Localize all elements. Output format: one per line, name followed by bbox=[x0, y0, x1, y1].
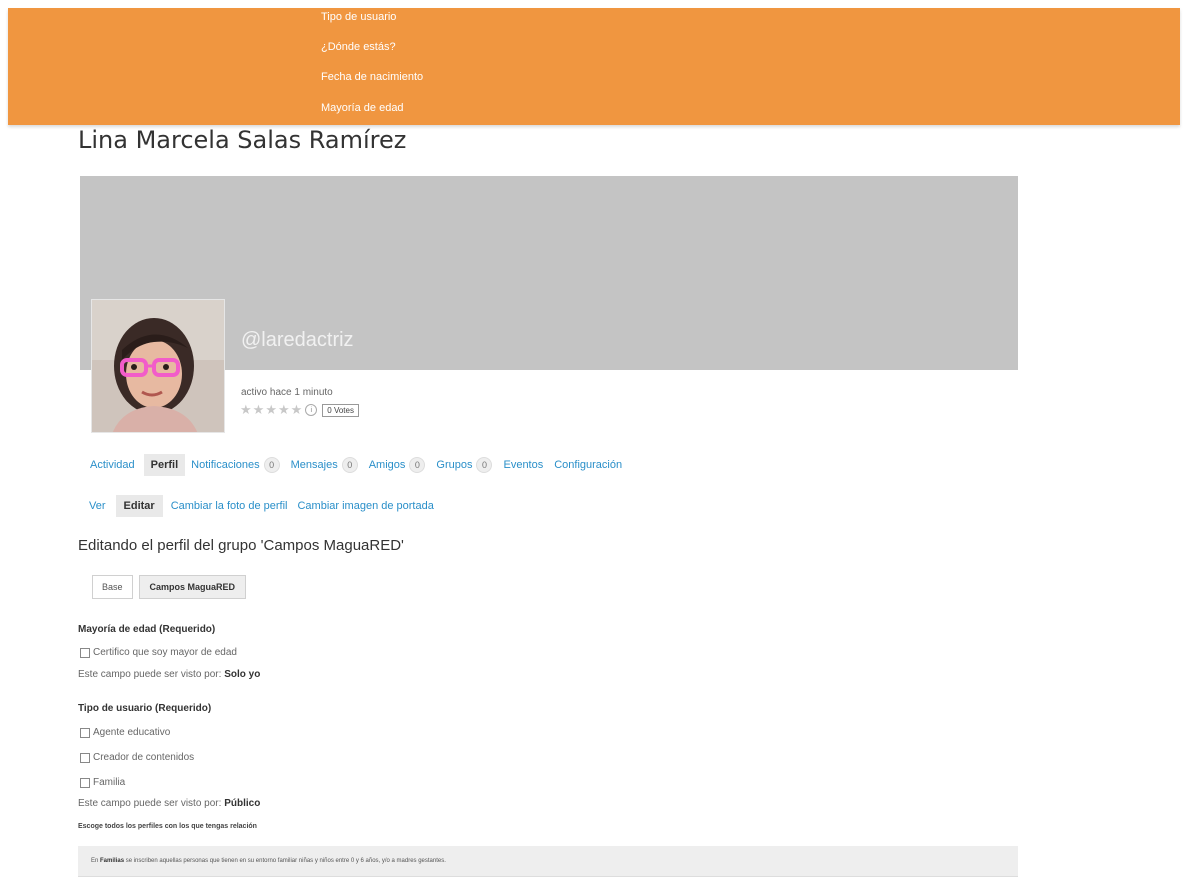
star-icon[interactable]: ★ bbox=[265, 403, 277, 417]
nav-configuracion[interactable]: Configuración bbox=[554, 454, 622, 476]
nav-actividad[interactable]: Actividad bbox=[90, 454, 135, 476]
last-active-status: activo hace 1 minuto bbox=[241, 387, 333, 398]
visibility-mayoria: Este campo puede ser visto por: Solo yo bbox=[78, 669, 261, 680]
checkbox-label: Certifico que soy mayor de edad bbox=[93, 647, 237, 658]
checkbox-label: Agente educativo bbox=[93, 727, 171, 738]
profile-nav: Actividad Perfil Notificaciones 0 Mensaje… bbox=[90, 452, 633, 478]
tab-base[interactable]: Base bbox=[92, 575, 133, 599]
star-icon[interactable]: ★ bbox=[291, 403, 303, 417]
subnav-ver[interactable]: Ver bbox=[89, 495, 106, 517]
avatar[interactable] bbox=[91, 299, 225, 433]
field-label-tipo: Tipo de usuario (Requerido) bbox=[78, 703, 212, 714]
star-icon[interactable]: ★ bbox=[278, 403, 290, 417]
profile-subnav: Ver Editar Cambiar la foto de perfil Cam… bbox=[89, 495, 444, 517]
menu-item-donde-estas[interactable]: ¿Dónde estás? bbox=[321, 41, 396, 53]
info-text: En Familias se inscriben aquellas person… bbox=[91, 858, 446, 864]
menu-item-mayoria-edad[interactable]: Mayoría de edad bbox=[321, 102, 404, 114]
votes-count: 0 Votes bbox=[322, 403, 359, 417]
avatar-photo bbox=[92, 300, 224, 432]
header-bar: Tipo de usuario ¿Dónde estás? Fecha de n… bbox=[8, 8, 1180, 125]
checkbox-label: Familia bbox=[93, 777, 126, 788]
visibility-value[interactable]: Solo yo bbox=[224, 669, 260, 680]
editing-title: Editando el perfil del grupo 'Campos Mag… bbox=[78, 537, 404, 554]
nav-grupos[interactable]: Grupos 0 bbox=[436, 452, 493, 478]
checkbox-row-mayoria[interactable]: Certifico que soy mayor de edad bbox=[80, 647, 237, 658]
checkbox-creador[interactable] bbox=[80, 752, 90, 763]
checkbox-row-creador[interactable]: Creador de contenidos bbox=[80, 752, 194, 763]
count-badge: 0 bbox=[476, 457, 493, 473]
info-box: En Familias se inscriben aquellas person… bbox=[78, 846, 1018, 877]
checkbox-row-familia[interactable]: Familia bbox=[80, 777, 125, 788]
count-badge: 0 bbox=[263, 457, 280, 473]
rating-info-icon: i bbox=[305, 404, 318, 416]
subnav-cambiar-portada[interactable]: Cambiar imagen de portada bbox=[297, 495, 433, 517]
count-badge: 0 bbox=[341, 457, 358, 473]
menu-item-fecha-nacimiento[interactable]: Fecha de nacimiento bbox=[321, 71, 423, 83]
subnav-cambiar-foto[interactable]: Cambiar la foto de perfil bbox=[171, 495, 288, 517]
star-icon[interactable]: ★ bbox=[253, 403, 265, 417]
field-hint: Escoge todos los perfiles con los que te… bbox=[78, 823, 257, 830]
tab-campos-maguared[interactable]: Campos MaguaRED bbox=[138, 575, 247, 599]
rating-stars[interactable]: ★ ★ ★ ★ ★ i 0 Votes bbox=[240, 403, 359, 417]
checkbox-label: Creador de contenidos bbox=[93, 752, 195, 763]
nav-amigos[interactable]: Amigos 0 bbox=[369, 452, 426, 478]
nav-notificaciones[interactable]: Notificaciones 0 bbox=[191, 452, 280, 478]
field-label-mayoria: Mayoría de edad (Requerido) bbox=[78, 624, 216, 635]
field-group-tabs: Base Campos MaguaRED bbox=[92, 575, 247, 599]
checkbox-familia[interactable] bbox=[80, 777, 90, 788]
menu-item-tipo-usuario[interactable]: Tipo de usuario bbox=[321, 11, 396, 23]
star-icon[interactable]: ★ bbox=[240, 403, 252, 417]
checkbox-row-agente[interactable]: Agente educativo bbox=[80, 727, 170, 738]
nav-mensajes[interactable]: Mensajes 0 bbox=[291, 452, 358, 478]
visibility-tipo: Este campo puede ser visto por: Público bbox=[78, 798, 261, 809]
subnav-editar[interactable]: Editar bbox=[115, 495, 163, 517]
nav-eventos[interactable]: Eventos bbox=[503, 454, 543, 476]
nav-perfil[interactable]: Perfil bbox=[143, 454, 186, 476]
checkbox-mayoria[interactable] bbox=[80, 647, 90, 658]
checkbox-agente[interactable] bbox=[80, 727, 90, 738]
profile-name: Lina Marcela Salas Ramírez bbox=[78, 126, 407, 154]
profile-handle: @laredactriz bbox=[241, 329, 354, 351]
count-badge: 0 bbox=[409, 457, 426, 473]
visibility-value[interactable]: Público bbox=[224, 798, 260, 809]
